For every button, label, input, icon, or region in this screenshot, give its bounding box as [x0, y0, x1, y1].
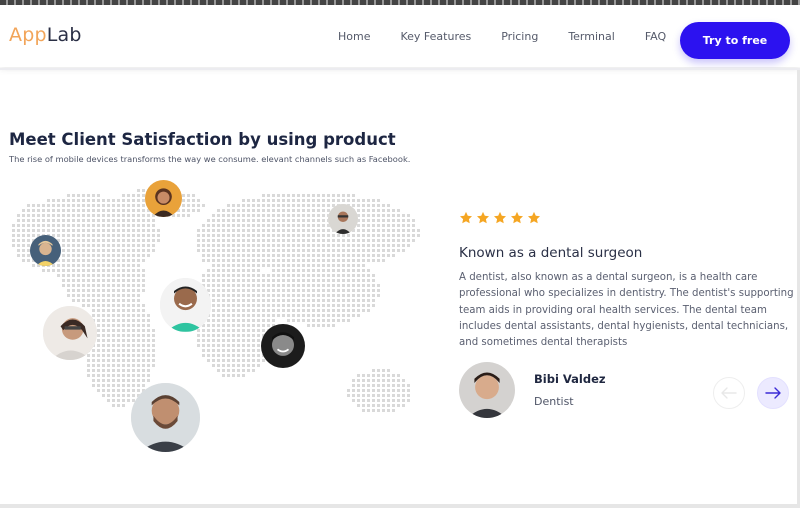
- star-icon: [476, 211, 490, 224]
- section-subtitle: The rise of mobile devices transforms th…: [9, 154, 411, 164]
- main-nav: Home Key Features Pricing Terminal FAQ: [338, 30, 666, 43]
- review-title: Known as a dental surgeon: [459, 245, 643, 261]
- star-icon: [493, 211, 507, 224]
- nav-faq[interactable]: FAQ: [645, 30, 666, 43]
- page-bottom-edge: [0, 504, 800, 508]
- logo-lab-text: Lab: [46, 24, 82, 46]
- section-title: Meet Client Satisfaction by using produc…: [9, 130, 396, 149]
- star-icon: [527, 211, 541, 224]
- site-header: AppLab Home Key Features Pricing Termina…: [0, 5, 800, 67]
- client-avatar-6: [261, 324, 305, 368]
- client-avatar-3: [30, 235, 61, 266]
- logo-app-text: App: [9, 24, 47, 46]
- nav-key-features[interactable]: Key Features: [400, 30, 471, 43]
- client-avatar-4: [160, 278, 211, 332]
- reviewer-role: Dentist: [534, 395, 574, 408]
- client-avatar-5: [43, 306, 97, 360]
- prev-testimonial-button[interactable]: [713, 377, 745, 409]
- reviewer-avatar: [459, 362, 515, 418]
- star-icon: [510, 211, 524, 224]
- review-text: A dentist, also known as a dental surgeo…: [459, 272, 794, 349]
- client-avatar-2: [328, 204, 358, 234]
- header-divider: [0, 68, 800, 70]
- client-avatar-1: [145, 180, 182, 217]
- arrow-right-icon: [765, 387, 781, 399]
- arrow-left-icon: [721, 387, 737, 399]
- star-icon: [459, 211, 473, 224]
- nav-home[interactable]: Home: [338, 30, 370, 43]
- try-free-button[interactable]: Try to free: [680, 22, 790, 59]
- rating-stars: [459, 211, 541, 225]
- nav-terminal[interactable]: Terminal: [568, 30, 615, 43]
- reviewer-name: Bibi Valdez: [534, 372, 606, 386]
- applab-logo[interactable]: AppLab: [9, 24, 82, 46]
- client-avatar-7: [131, 383, 200, 452]
- next-testimonial-button[interactable]: [757, 377, 789, 409]
- nav-pricing[interactable]: Pricing: [501, 30, 538, 43]
